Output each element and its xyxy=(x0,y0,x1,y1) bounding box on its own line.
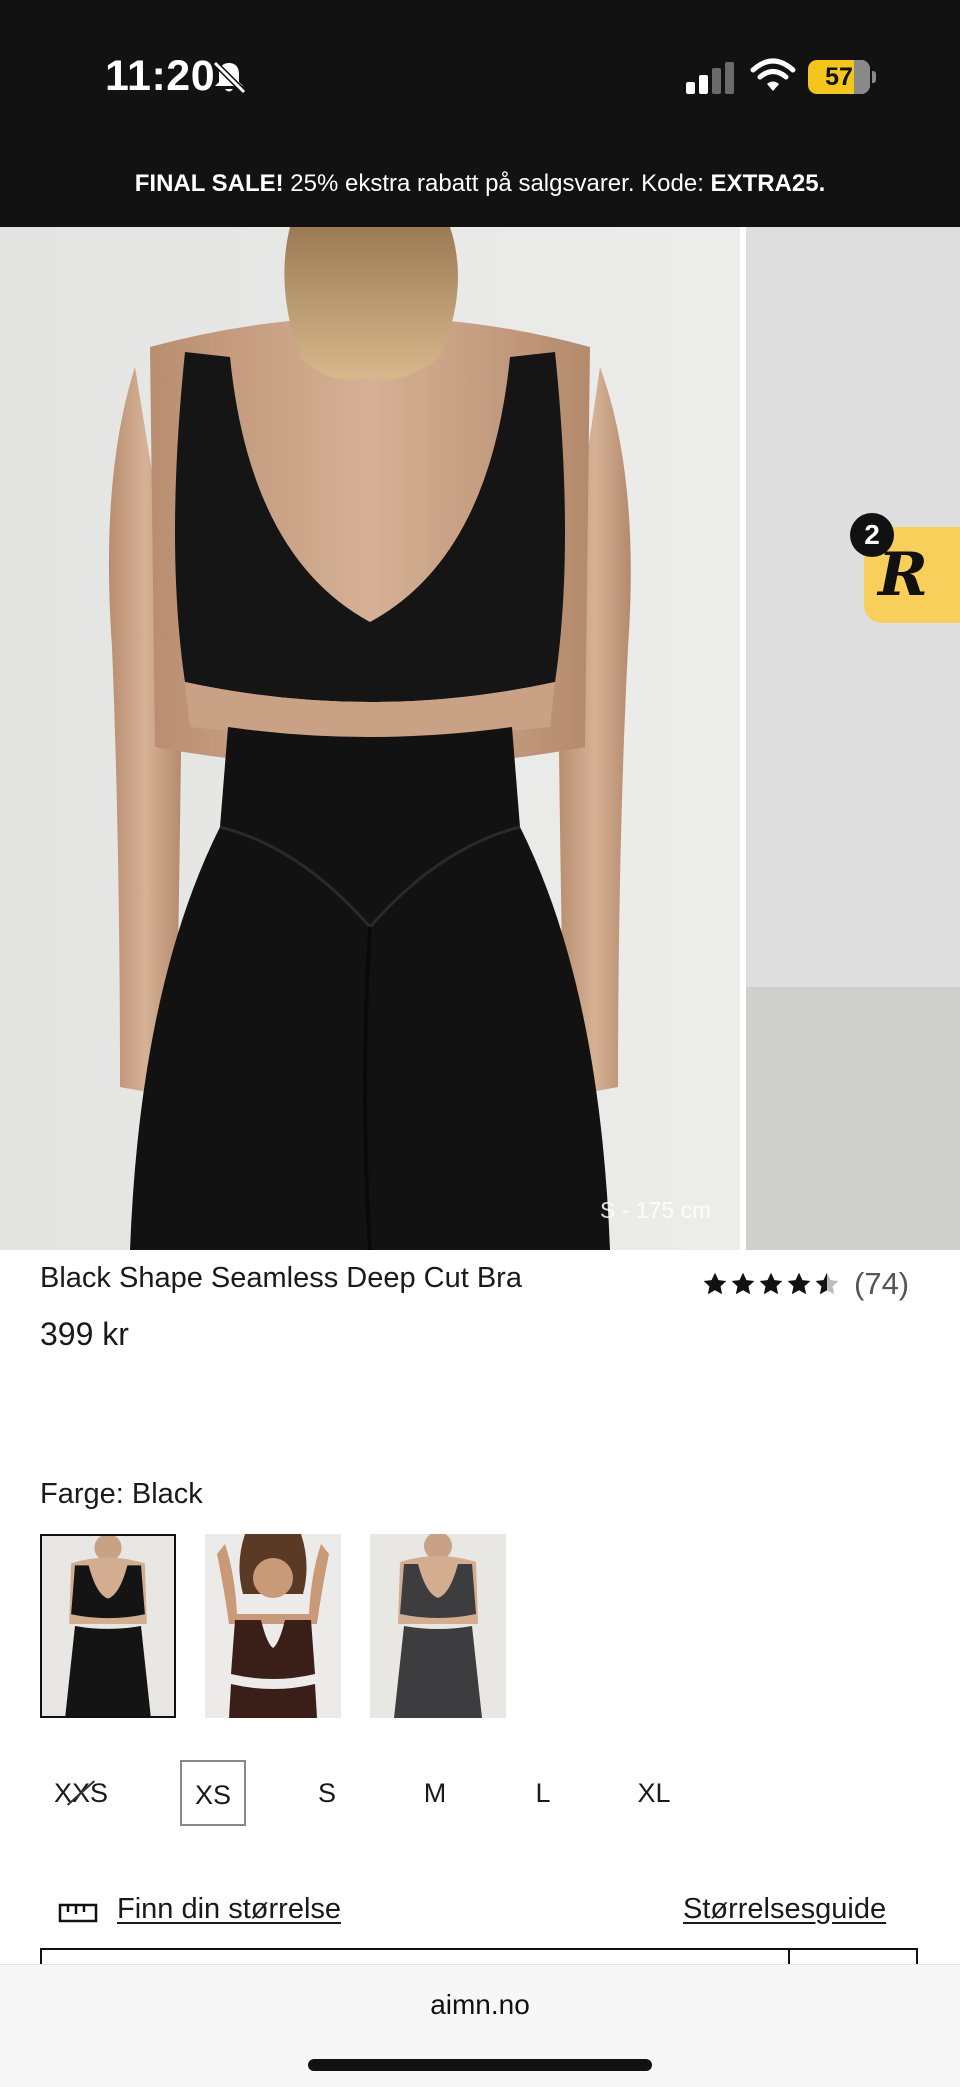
status-time: 11:20 xyxy=(105,52,216,100)
find-your-size-link[interactable]: Finn din størrelse xyxy=(117,1893,341,1926)
wifi-icon xyxy=(750,58,796,91)
promo-lead: FINAL SALE! xyxy=(134,170,284,197)
signal-icon xyxy=(686,62,734,94)
product-image-back-view[interactable] xyxy=(0,227,740,1250)
reviews-notification-badge: 2 xyxy=(850,513,894,557)
product-price: 399 kr xyxy=(40,1316,129,1352)
bell-slash-icon xyxy=(212,60,247,95)
size-option-xxs[interactable]: XXS xyxy=(48,1760,114,1826)
star-full-icon xyxy=(787,1272,811,1295)
product-image-next[interactable] xyxy=(746,227,960,1250)
promo-text: 25% ekstra rabatt på salgsvarer. Kode: xyxy=(283,170,711,197)
size-option-xl[interactable]: XL xyxy=(621,1760,687,1826)
product-title: Black Shape Seamless Deep Cut Bra xyxy=(40,1262,522,1294)
model-size-caption: S - 175 cm xyxy=(600,1197,712,1223)
home-indicator[interactable] xyxy=(308,2059,652,2071)
product-rating[interactable]: (74) xyxy=(702,1264,909,1304)
color-swatch-black[interactable] xyxy=(40,1534,176,1718)
browser-address-bar[interactable]: aimn.no xyxy=(0,1964,960,2087)
star-half-icon xyxy=(815,1272,839,1295)
size-guide-link[interactable]: Størrelsesguide xyxy=(683,1893,886,1926)
status-bar: 11:20 57 xyxy=(0,0,960,150)
ruler-icon xyxy=(58,1903,98,1923)
size-option-l[interactable]: L xyxy=(510,1760,576,1826)
battery-icon: 57 xyxy=(808,60,876,94)
promo-code: EXTRA25. xyxy=(710,170,826,197)
color-label: Farge: Black xyxy=(40,1478,203,1510)
color-swatch-brown[interactable] xyxy=(205,1534,341,1718)
size-option-s[interactable]: S xyxy=(294,1760,360,1826)
rating-count: (74) xyxy=(854,1266,910,1301)
product-gallery[interactable]: S - 175 cm xyxy=(0,227,960,1250)
browser-url[interactable]: aimn.no xyxy=(0,1989,960,2021)
size-option-xs[interactable]: XS xyxy=(180,1760,246,1826)
star-full-icon xyxy=(731,1272,755,1295)
star-full-icon xyxy=(759,1272,783,1295)
battery-level: 57 xyxy=(825,63,853,91)
color-swatch-charcoal[interactable] xyxy=(370,1534,506,1718)
star-full-icon xyxy=(703,1272,727,1295)
size-option-m[interactable]: M xyxy=(402,1760,468,1826)
promo-banner[interactable]: FINAL SALE! 25% ekstra rabatt på salgsva… xyxy=(0,150,960,227)
